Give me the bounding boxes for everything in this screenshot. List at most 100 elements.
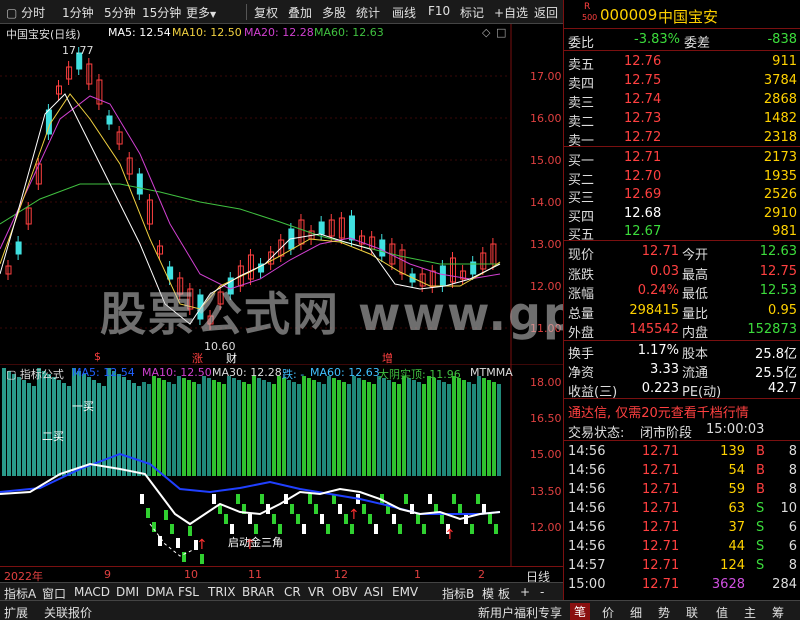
diamond-icon[interactable]: ◇ <box>482 26 490 39</box>
indicator-bar <box>432 378 436 476</box>
indicator-candle <box>260 494 264 504</box>
indicator-bar <box>497 384 501 476</box>
indicator-bar <box>407 378 411 476</box>
stat2-row: 换手 1.17% 股本 25.8亿 <box>564 341 800 362</box>
indicator-bar <box>322 384 326 476</box>
tab-1min[interactable]: 1分钟 <box>62 4 94 21</box>
expand-button[interactable]: 扩展 <box>4 604 28 620</box>
fuquan-button[interactable]: 复权 <box>254 4 278 21</box>
stat-value: 12.63 <box>759 244 797 259</box>
tab-chips[interactable]: 筹 <box>772 604 784 620</box>
indicator-bar <box>417 382 421 476</box>
tab-dma[interactable]: DMA <box>146 585 174 599</box>
stats-button[interactable]: 统计 <box>356 4 380 21</box>
indicator-bar <box>372 384 376 476</box>
indicator-bar <box>7 371 11 476</box>
indicator-bar <box>367 382 371 476</box>
indicator-bar <box>427 376 431 476</box>
indicator-bar <box>82 374 86 476</box>
f10-button[interactable]: F10 <box>428 4 450 18</box>
indicator-candle <box>464 514 468 524</box>
back-button[interactable]: 返回 <box>534 4 558 21</box>
indicator-bar <box>287 380 291 476</box>
tab-ticks[interactable]: 笔 <box>570 603 591 620</box>
indicator-bar <box>462 380 466 476</box>
indicator-bar <box>307 378 311 476</box>
stat-value: 12.75 <box>759 263 797 279</box>
ind-y-tick: 15.00 <box>530 448 562 461</box>
stat-label: 现价 <box>568 248 595 263</box>
ask-volume: 3784 <box>763 73 797 88</box>
square-icon[interactable]: □ <box>496 26 506 39</box>
tab-trend[interactable]: 势 <box>658 604 670 620</box>
related-quotes-button[interactable]: 关联报价 <box>44 604 92 620</box>
add-watchlist-button[interactable]: +自选 <box>494 4 528 21</box>
bid-price: 12.67 <box>624 224 662 239</box>
tab-more[interactable]: 更多▼ <box>186 4 216 21</box>
ind-ma10-legend: MA10: 12.50 <box>142 366 212 379</box>
indicator-bar <box>362 380 366 476</box>
r-badge: R <box>584 2 591 12</box>
draw-line-button[interactable]: 画线 <box>392 4 416 21</box>
tick-count: 8 <box>788 558 797 573</box>
tab-detail[interactable]: 细 <box>630 604 642 620</box>
time-label: 10 <box>184 568 198 581</box>
indicator-bar <box>337 380 341 476</box>
bid-price: 12.70 <box>624 168 662 184</box>
indicator-bar <box>477 376 481 476</box>
overlay-button[interactable]: 叠加 <box>288 4 312 21</box>
zoom-out-button[interactable]: - <box>540 585 544 599</box>
tick-price: 12.71 <box>642 501 680 516</box>
promo-link[interactable]: 新用户福利专享 <box>478 604 562 620</box>
event-marker[interactable]: $ <box>94 350 101 363</box>
tab-cr[interactable]: CR <box>284 585 301 599</box>
indicator-bar <box>267 382 271 476</box>
tick-price: 12.71 <box>642 482 680 497</box>
tab-fsl[interactable]: FSL <box>178 585 199 599</box>
weibi-label: 委比 <box>568 36 595 51</box>
indicator-bar <box>107 368 111 476</box>
tab-vr[interactable]: VR <box>308 585 325 599</box>
stat-value: 0.03 <box>650 263 679 279</box>
indicator-bar <box>412 380 416 476</box>
zoom-in-button[interactable]: + <box>520 585 530 599</box>
tab-5min[interactable]: 5分钟 <box>104 4 136 21</box>
indicator-bar <box>282 378 286 476</box>
indicator-candle <box>212 494 216 504</box>
tab-main[interactable]: 主 <box>744 604 756 620</box>
tab-price[interactable]: 价 <box>602 604 614 620</box>
tab-obv[interactable]: OBV <box>332 585 358 599</box>
promo-row[interactable]: 通达信, 仅需20元查看千档行情 <box>564 400 800 421</box>
tick-side: B <box>756 482 765 497</box>
kline-title: 中国宝安(日线) <box>6 28 81 41</box>
promo-text[interactable]: 通达信, 仅需20元查看千档行情 <box>568 402 749 421</box>
tick-volume: 139 <box>720 444 745 459</box>
multi-stock-button[interactable]: 多股 <box>322 4 346 21</box>
tab-linked[interactable]: 联 <box>686 604 698 620</box>
trade-status-row: 交易状态: 闭市阶段 15:00:03 <box>564 420 800 441</box>
stat-value: 152873 <box>747 322 797 337</box>
tab-dmi[interactable]: DMI <box>116 585 139 599</box>
indicator-bar <box>232 378 236 476</box>
tick-row: 15:00 12.71 3628 284 <box>564 575 800 595</box>
tab-brar[interactable]: BRAR <box>242 585 275 599</box>
ind-ma30-legend: MA30: 12.28 <box>212 366 282 379</box>
tab-15min[interactable]: 15分钟 <box>142 4 181 21</box>
indicator-bar <box>437 380 441 476</box>
indicator-bar <box>32 386 36 476</box>
tick-row: 14:56 12.71 63 S 10 <box>564 499 800 519</box>
tab-asi[interactable]: ASI <box>364 585 383 599</box>
tab-value[interactable]: 值 <box>716 604 728 620</box>
indicator-bar <box>202 376 206 476</box>
indicator-bar <box>447 384 451 476</box>
mark-button[interactable]: 标记 <box>460 4 484 21</box>
indicator-candle <box>296 514 300 524</box>
indicator-bar <box>247 384 251 476</box>
tab-emv[interactable]: EMV <box>392 585 418 599</box>
tab-intraday[interactable]: ▢ 分时 <box>6 4 45 21</box>
tab-trix[interactable]: TRIX <box>208 585 235 599</box>
check-icon: ▢ <box>6 6 18 20</box>
tab-macd[interactable]: MACD <box>74 585 110 599</box>
indicator-bar <box>42 371 46 476</box>
indicator-bar <box>272 384 276 476</box>
